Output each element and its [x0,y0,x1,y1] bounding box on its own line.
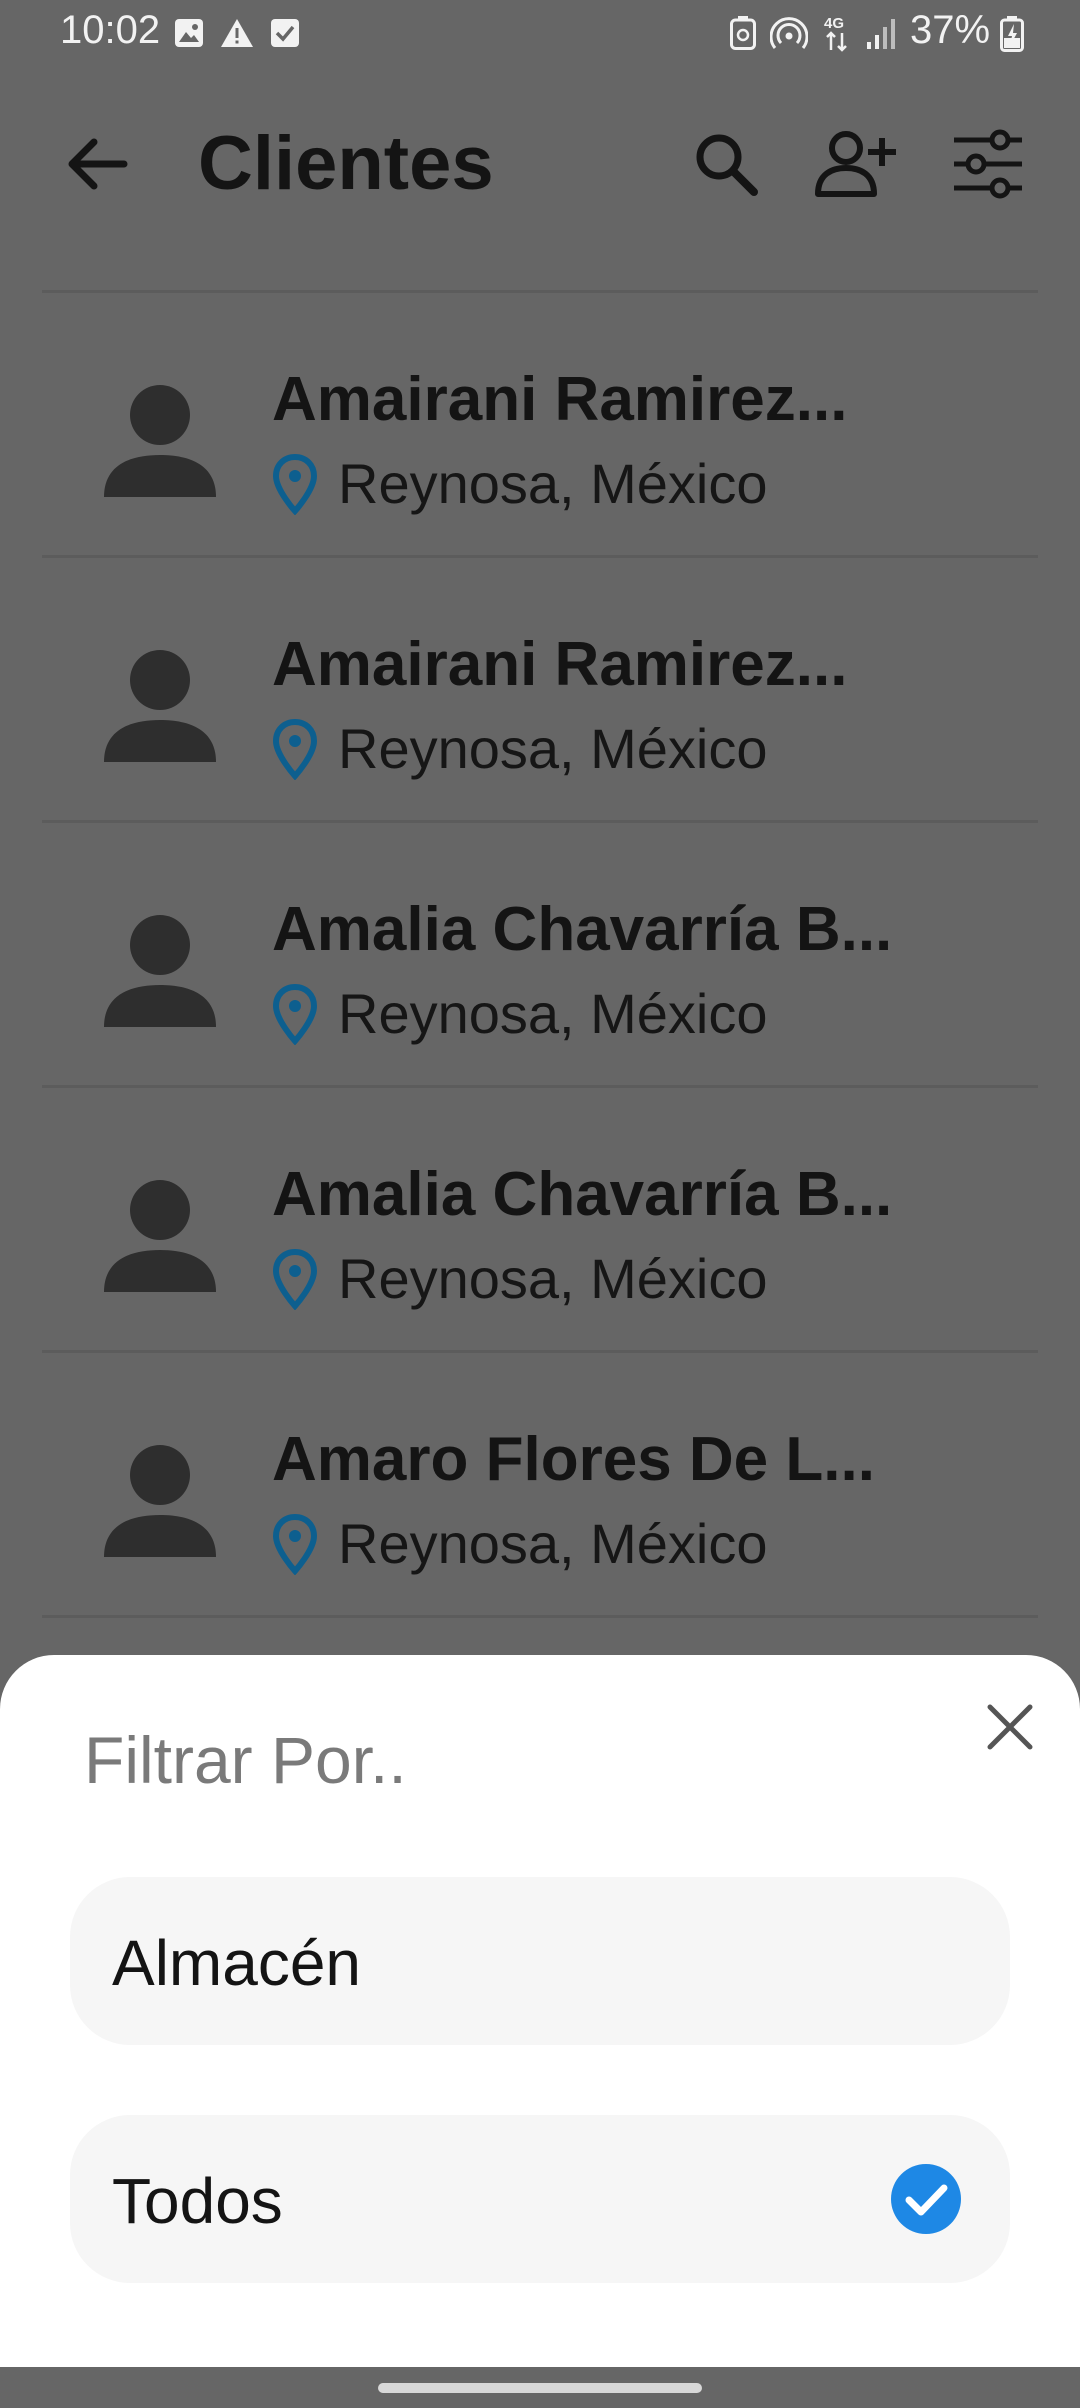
client-location: Reynosa, México [272,1513,768,1575]
status-time: 10:02 [60,8,161,52]
client-location: Reynosa, México [272,453,768,515]
page-title: Clientes [198,121,494,206]
client-row[interactable]: Amalia Chavarría B... Reynosa, México [42,1088,1038,1353]
filter-bottom-sheet: Filtrar Por.. Almacén Todos [0,1655,1080,2367]
hotspot-icon [770,17,808,49]
location-pin-icon [272,453,318,515]
client-location: Reynosa, México [272,983,768,1045]
home-indicator[interactable] [378,2383,702,2393]
network-4g-icon: 4G [824,15,847,52]
location-pin-icon [272,1248,318,1310]
client-row[interactable]: Amairani Ramirez... Reynosa, México [42,558,1038,823]
signal-icon [867,19,895,49]
client-name: Amaro Flores De L... [272,1425,875,1494]
client-name: Amairani Ramirez... [272,365,848,434]
status-right-icons: 4G [730,14,900,52]
svg-text:4G: 4G [824,15,844,32]
warning-icon [221,19,253,47]
person-avatar-icon [104,1180,216,1292]
back-arrow-icon[interactable] [62,128,134,200]
battery-saver-icon [730,16,756,50]
person-avatar-icon [104,915,216,1027]
filter-option-todos[interactable]: Todos [70,2115,1010,2283]
filter-option-almacen[interactable]: Almacén [70,1877,1010,2045]
client-location-text: Reynosa, México [338,452,768,515]
filter-sliders-icon[interactable] [950,126,1026,202]
app-bar: Clientes [0,100,1080,240]
status-left-icons [174,18,300,48]
person-avatar-icon [104,1445,216,1557]
status-bar: 10:02 4G 37% [0,0,1080,64]
client-location-text: Reynosa, México [338,717,768,780]
person-avatar-icon [104,650,216,762]
client-location-text: Reynosa, México [338,1512,768,1575]
close-icon[interactable] [984,1701,1036,1753]
client-row[interactable]: Amairani Ramirez... Reynosa, México [42,293,1038,558]
client-list: Amairani Ramirez... Reynosa, México Amai… [42,290,1038,1618]
search-icon[interactable] [690,128,762,200]
location-pin-icon [272,983,318,1045]
client-row[interactable]: Amalia Chavarría B... Reynosa, México [42,823,1038,1088]
client-location: Reynosa, México [272,718,768,780]
filter-sheet-title: Filtrar Por.. [84,1723,407,1797]
filter-option-label: Almacén [112,1927,361,1999]
person-avatar-icon [104,385,216,497]
filter-option-label: Todos [112,2165,283,2237]
client-location-text: Reynosa, México [338,1247,768,1310]
client-name: Amairani Ramirez... [272,630,848,699]
client-location: Reynosa, México [272,1248,768,1310]
battery-percentage: 37% [910,8,991,52]
client-row[interactable]: Amaro Flores De L... Reynosa, México [42,1353,1038,1618]
client-name: Amalia Chavarría B... [272,1160,893,1229]
check-circle-icon [891,2164,961,2234]
location-pin-icon [272,1513,318,1575]
navigation-bar [0,2367,1080,2408]
add-person-icon[interactable] [812,128,896,200]
image-icon [175,19,203,47]
location-pin-icon [272,718,318,780]
client-location-text: Reynosa, México [338,982,768,1045]
client-name: Amalia Chavarría B... [272,895,893,964]
battery-charging-icon [1000,16,1024,52]
checkbox-icon [271,19,299,47]
